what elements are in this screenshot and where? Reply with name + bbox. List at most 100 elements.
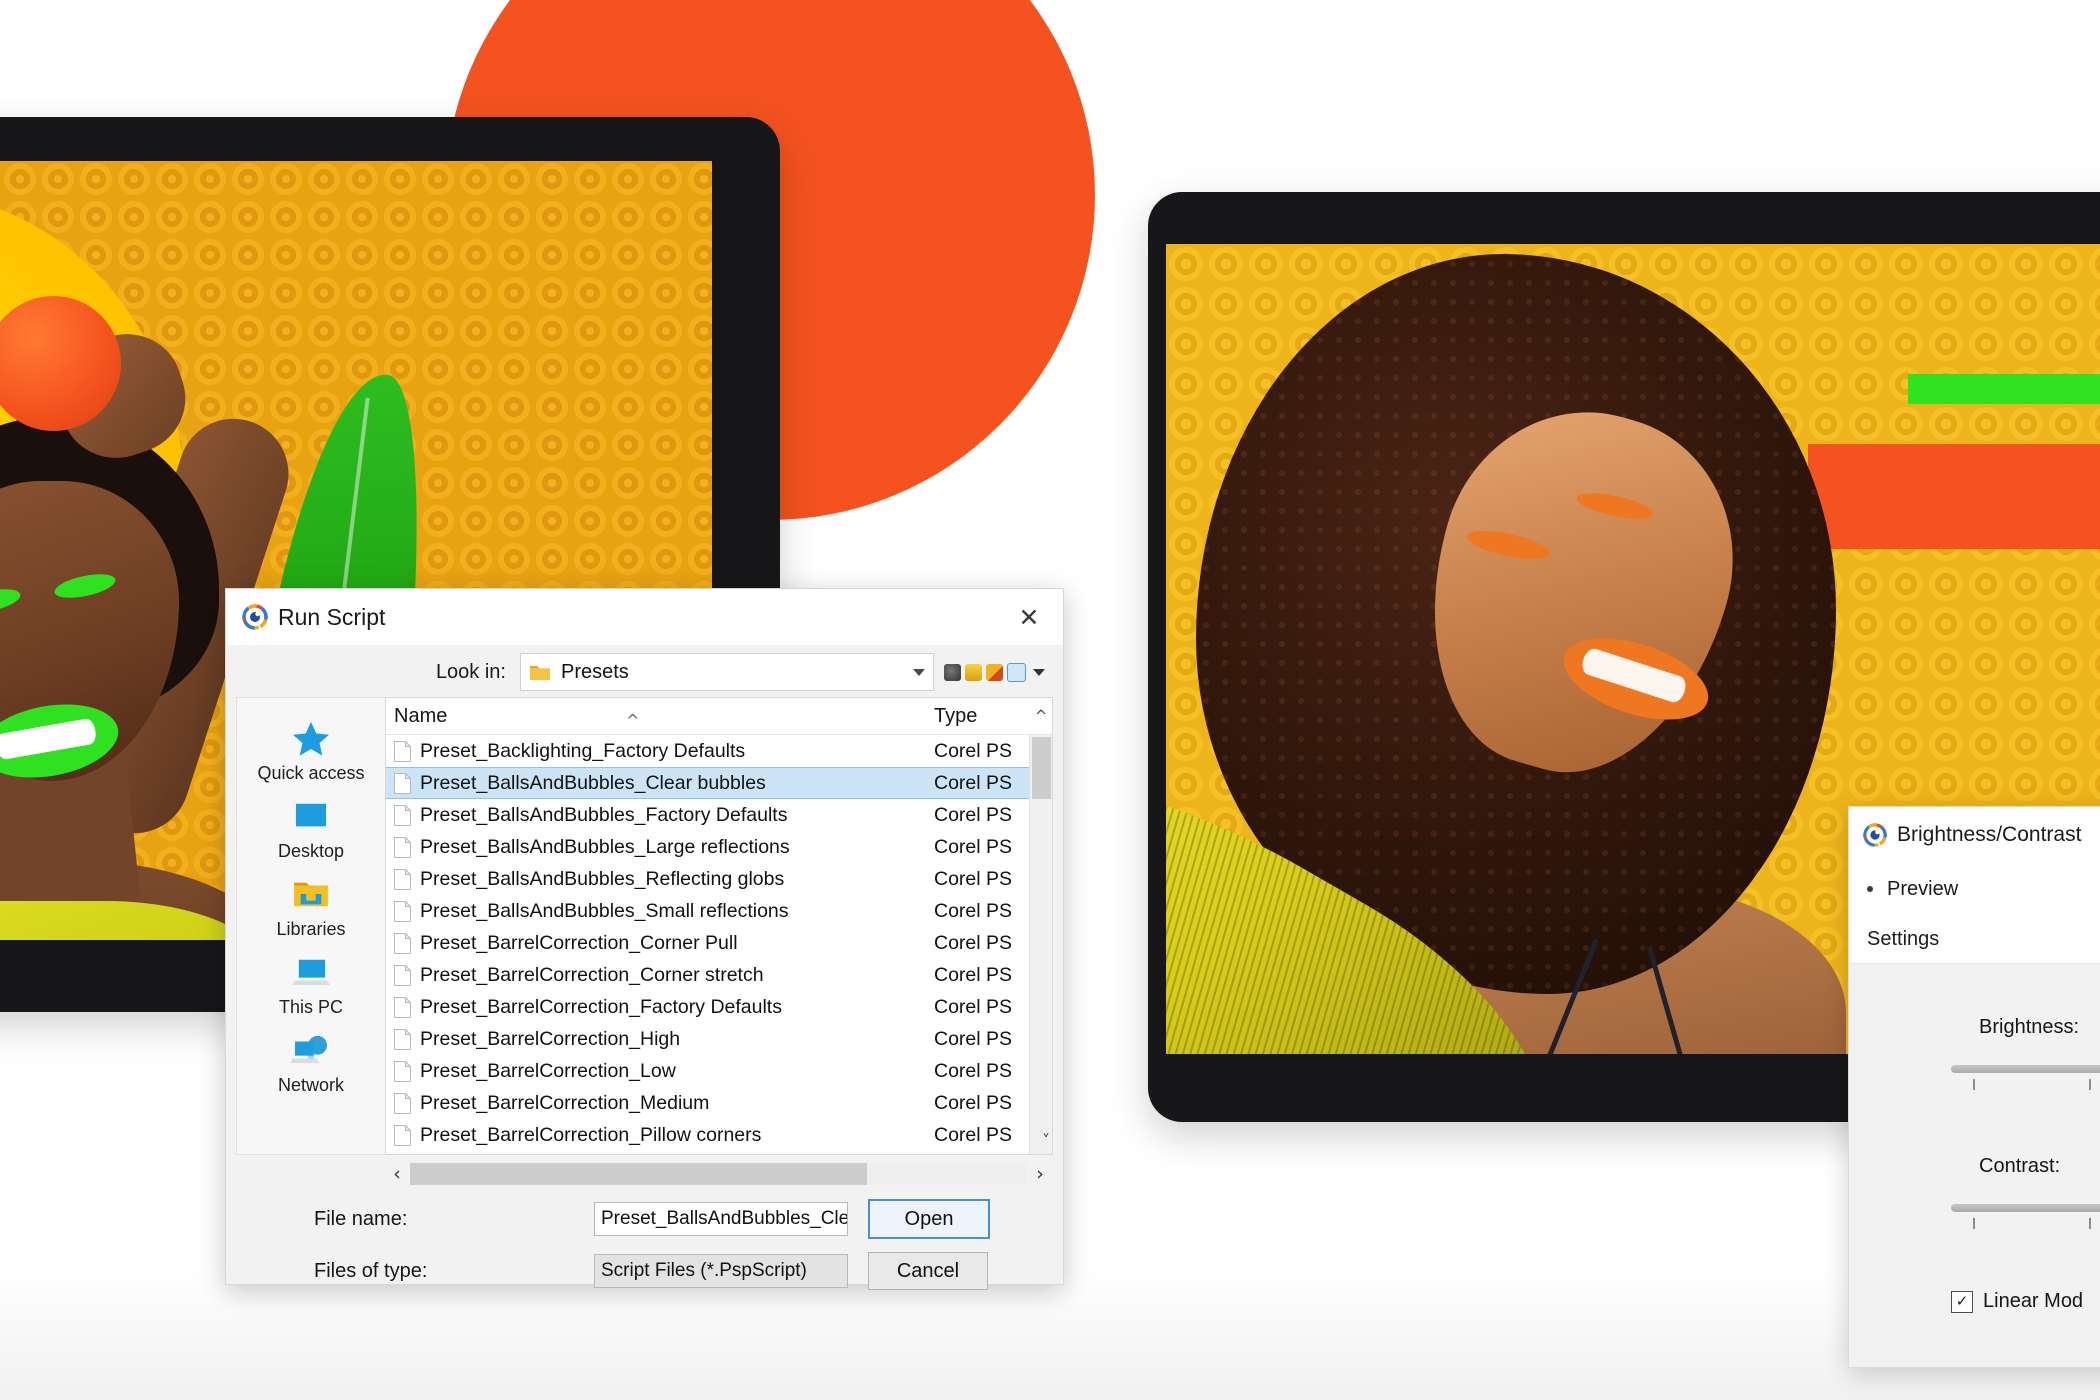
contrast-label: Contrast: <box>1979 1155 2061 1177</box>
back-icon[interactable] <box>944 663 961 681</box>
cancel-button[interactable]: Cancel <box>868 1252 988 1290</box>
column-header-name[interactable]: Name ^ <box>386 705 934 730</box>
brightness-label: Brightness: <box>1979 1016 2080 1038</box>
scroll-down-icon[interactable]: ˅ <box>1042 1131 1050 1150</box>
file-type-cell: Corel PS <box>934 1059 1013 1082</box>
sidebar-item-quick-access[interactable]: Quick access <box>237 712 385 788</box>
file-type-cell: Corel PS <box>934 1027 1013 1050</box>
table-row[interactable]: Preset_BarrelCorrection_High Corel PS <box>386 1023 1052 1055</box>
sidebar-item-label: Libraries <box>276 919 346 939</box>
table-row[interactable]: Preset_BarrelCorrection_Factory Defaults… <box>386 991 1052 1023</box>
column-header-type[interactable]: Type <box>934 705 1030 728</box>
table-row[interactable]: Preset_BarrelCorrection_Corner Pull Core… <box>386 927 1052 959</box>
preview-row[interactable]: Preview <box>1849 863 2100 915</box>
look-in-combobox[interactable]: Presets <box>520 653 934 691</box>
table-row[interactable]: Preset_BallsAndBubbles_Reflecting globs … <box>386 863 1052 895</box>
dialog-toolbar <box>944 662 1053 682</box>
file-name-cell: Preset_BarrelCorrection_Corner stretch <box>420 963 764 986</box>
document-icon <box>394 1123 412 1146</box>
brightness-contrast-title: Brightness/Contrast <box>1897 823 2082 846</box>
document-icon <box>394 1027 412 1050</box>
scroll-up-icon[interactable]: ^ <box>1030 707 1052 725</box>
this-pc-icon <box>288 952 334 992</box>
table-row-selected[interactable]: Preset_BallsAndBubbles_Clear bubbles Cor… <box>386 767 1052 799</box>
close-icon[interactable]: ✕ <box>1007 597 1051 637</box>
file-name-cell: Preset_BarrelCorrection_Low <box>420 1059 676 1082</box>
file-name-cell: Preset_BallsAndBubbles_Factory Defaults <box>420 803 788 826</box>
dialog-body: Quick access Desktop Libraries This PC N… <box>226 695 1063 1155</box>
document-icon <box>394 899 412 922</box>
contrast-slider-ticks <box>1951 1218 2100 1232</box>
document-icon <box>394 771 412 794</box>
open-button[interactable]: Open <box>868 1199 990 1239</box>
up-one-level-icon[interactable] <box>965 663 982 681</box>
orange-bar-graphic <box>1808 444 2100 549</box>
sidebar-item-network[interactable]: Network <box>237 1024 385 1100</box>
chevron-down-icon[interactable] <box>913 668 925 676</box>
view-menu-icon[interactable] <box>1007 662 1026 682</box>
file-name-cell: Preset_BarrelCorrection_Medium <box>420 1091 710 1114</box>
file-list-header: Name ^ Type ^ <box>386 698 1052 735</box>
desktop-icon <box>288 796 334 836</box>
libraries-folder-icon <box>288 874 334 914</box>
table-row[interactable]: Preset_Backlighting_Factory Defaults Cor… <box>386 735 1052 767</box>
scroll-right-icon[interactable]: › <box>1027 1163 1053 1185</box>
file-name-input[interactable]: Preset_BallsAndBubbles_Clear bu <box>594 1202 848 1236</box>
vertical-scrollbar[interactable]: ˅ <box>1029 735 1052 1154</box>
file-name-label: File name: <box>314 1207 408 1230</box>
brightness-slider-track[interactable] <box>1951 1065 2100 1073</box>
star-icon <box>288 718 334 758</box>
table-row[interactable]: Preset_BarrelCorrection_Low Corel PS <box>386 1055 1052 1087</box>
green-bar-graphic <box>1908 374 2100 404</box>
scroll-left-icon[interactable]: ‹ <box>384 1163 410 1185</box>
file-name-row: File name: Preset_BallsAndBubbles_Clear … <box>226 1195 1063 1243</box>
file-name-cell: Preset_BallsAndBubbles_Small reflections <box>420 899 789 922</box>
linear-mode-row[interactable]: ✓ Linear Mod <box>1849 1290 2100 1313</box>
sidebar-item-this-pc[interactable]: This PC <box>237 946 385 1022</box>
vertical-scrollbar-thumb[interactable] <box>1032 737 1051 799</box>
network-icon <box>288 1030 334 1070</box>
sidebar-item-libraries[interactable]: Libraries <box>237 868 385 944</box>
brightness-group: Brightness: <box>1849 1016 2100 1093</box>
contrast-slider-track[interactable] <box>1951 1204 2100 1212</box>
settings-label: Settings <box>1867 927 1940 950</box>
settings-row[interactable]: Settings <box>1849 915 2100 964</box>
linear-mode-label: Linear Mod <box>1983 1290 2084 1312</box>
folder-icon <box>529 663 551 681</box>
table-row[interactable]: Preset_BallsAndBubbles_Small reflections… <box>386 895 1052 927</box>
file-type-cell: Corel PS <box>934 1123 1013 1146</box>
horizontal-scrollbar[interactable]: ‹ › <box>384 1157 1053 1191</box>
document-icon <box>394 1059 412 1082</box>
table-row[interactable]: Preset_BarrelCorrection_Pillow corners C… <box>386 1119 1052 1151</box>
contrast-slider[interactable] <box>1951 1202 2100 1212</box>
file-type-cell: Corel PS <box>934 963 1013 986</box>
create-new-folder-icon[interactable] <box>986 663 1003 681</box>
document-icon <box>394 835 412 858</box>
brightness-contrast-titlebar: Brightness/Contrast <box>1849 807 2100 863</box>
file-type-cell: Corel PS <box>934 1091 1013 1114</box>
places-sidebar: Quick access Desktop Libraries This PC N… <box>236 697 385 1155</box>
brightness-contrast-panel: Brightness/Contrast Preview Settings Bri… <box>1848 806 2100 1368</box>
horizontal-scrollbar-thumb[interactable] <box>410 1163 867 1185</box>
look-in-row: Look in: Presets <box>226 645 1063 695</box>
promo-composition: Run Script ✕ Look in: Presets Quick acce… <box>0 0 2100 1400</box>
table-row[interactable]: Preset_BarrelCorrection_Corner stretch C… <box>386 959 1052 991</box>
linear-mode-checkbox[interactable]: ✓ <box>1951 1290 1973 1313</box>
dialog-titlebar: Run Script ✕ <box>226 589 1063 645</box>
document-icon <box>394 739 412 762</box>
horizontal-scrollbar-track[interactable] <box>410 1163 1027 1185</box>
sort-ascending-icon: ^ <box>626 710 640 730</box>
table-row[interactable]: Preset_BarrelCorrection_Medium Corel PS <box>386 1087 1052 1119</box>
table-row[interactable]: Preset_BallsAndBubbles_Factory Defaults … <box>386 799 1052 831</box>
view-dropdown-icon[interactable] <box>1033 668 1045 676</box>
brightness-slider[interactable] <box>1951 1063 2100 1073</box>
table-row[interactable]: Preset_BallsAndBubbles_Large reflections… <box>386 831 1052 863</box>
sidebar-item-label: Desktop <box>277 841 345 861</box>
file-name-cell: Preset_BallsAndBubbles_Reflecting globs <box>420 867 785 890</box>
sidebar-item-desktop[interactable]: Desktop <box>237 790 385 866</box>
file-type-cell: Corel PS <box>934 803 1013 826</box>
file-type-cell: Corel PS <box>934 739 1013 762</box>
files-of-type-select[interactable]: Script Files (*.PspScript) <box>594 1254 848 1288</box>
file-type-cell: Corel PS <box>934 899 1013 922</box>
